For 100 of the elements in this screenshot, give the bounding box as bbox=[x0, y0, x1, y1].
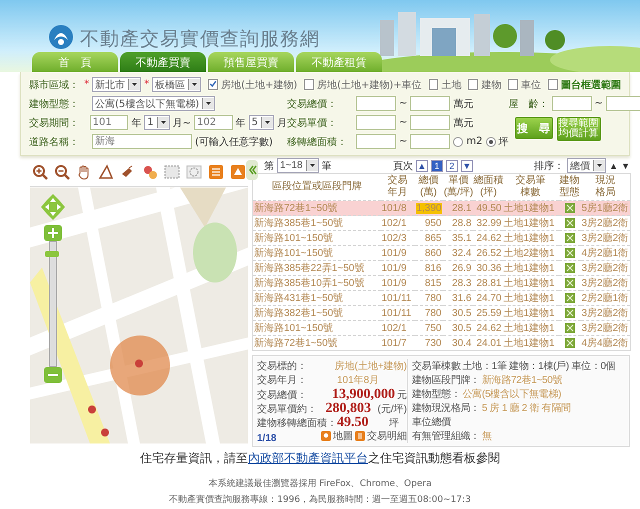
column-header[interactable]: 現況格局 bbox=[594, 175, 616, 199]
caret-icon[interactable] bbox=[156, 117, 169, 128]
column-header[interactable]: 區段位置或區段門牌 bbox=[272, 181, 362, 193]
unit-label: (元/坪) bbox=[378, 403, 407, 416]
zoom-out-icon[interactable] bbox=[54, 164, 70, 180]
table-row[interactable]: 新海路101~150號 101/9 860 32.4 26.52 土地2建物1 4房2廳1衛 bbox=[252, 246, 630, 260]
table-row[interactable]: 新海路431巷1~50號 101/11 780 31.6 24.70 土地1建物1 2房2廳1衛 bbox=[252, 290, 630, 306]
input-field[interactable] bbox=[552, 96, 592, 111]
table-cell: 816 bbox=[424, 262, 442, 274]
zoom-slider-thumb[interactable] bbox=[45, 251, 59, 258]
next-page-button[interactable]: ▼ bbox=[460, 160, 473, 172]
table-cell: 101/9 bbox=[380, 246, 414, 260]
input-field[interactable]: 新海 bbox=[92, 134, 192, 149]
pan-control-icon[interactable] bbox=[40, 193, 66, 221]
table-row[interactable]: 新海路101~150號 102/1 750 30.5 24.62 土地1建物1 3房2廳2衛 bbox=[252, 320, 630, 336]
column-header[interactable]: 交易年月 bbox=[387, 175, 408, 199]
checkbox[interactable] bbox=[208, 79, 218, 90]
input-field[interactable] bbox=[410, 96, 450, 111]
table-row[interactable]: 新海路382巷1~50號 101/11 780 30.5 25.59 土地1建物1 3房2廳2衛 bbox=[252, 306, 630, 320]
table-cell: 101/11 bbox=[380, 290, 414, 306]
field-text: (可輸入任意字數) bbox=[195, 136, 273, 148]
table-cell: 新海路101~150號 bbox=[252, 230, 380, 246]
column-header[interactable]: 建物型態 bbox=[559, 175, 580, 199]
nav-tab[interactable]: 不動產買賣 bbox=[120, 52, 206, 72]
circle-select-icon[interactable] bbox=[186, 164, 202, 180]
table-cell: 土地1建物1 bbox=[502, 290, 558, 306]
range-dropdown[interactable]: 1~18 bbox=[277, 158, 319, 173]
building-type-icon[interactable] bbox=[564, 218, 574, 228]
checkbox[interactable] bbox=[428, 79, 438, 90]
caret-icon[interactable] bbox=[202, 98, 214, 109]
building-type-icon[interactable] bbox=[564, 233, 574, 243]
caret-icon[interactable] bbox=[306, 160, 318, 171]
table-cell: 土地1建物1 bbox=[502, 216, 558, 230]
input-field[interactable] bbox=[410, 115, 450, 130]
zoom-in-button[interactable] bbox=[44, 225, 62, 241]
building-type-icon[interactable] bbox=[564, 203, 574, 213]
detail-value: 無 bbox=[482, 430, 492, 443]
sort-ascending-link[interactable]: ▲ bbox=[609, 160, 618, 170]
table-row[interactable]: 新海路101~150號 102/3 865 35.1 24.62 土地1建物1 3房2廳2衛 bbox=[252, 230, 630, 246]
building-type-icon[interactable] bbox=[564, 248, 574, 258]
sort-descending-link[interactable]: ▼ bbox=[621, 160, 630, 170]
checkbox[interactable] bbox=[304, 79, 314, 90]
caret-icon[interactable] bbox=[593, 160, 606, 171]
detail-button[interactable]: 交易明細 bbox=[355, 429, 407, 443]
column-header[interactable]: 總價(萬) bbox=[418, 175, 439, 199]
input-field[interactable] bbox=[356, 96, 396, 111]
rectangle-select-icon[interactable] bbox=[164, 164, 180, 180]
detail-label: 交易單價約： bbox=[257, 402, 318, 416]
table-cell: 土地2建物1 bbox=[502, 246, 558, 260]
previous-page-button[interactable]: ▲ bbox=[416, 160, 428, 172]
page-button[interactable]: 1 bbox=[430, 160, 443, 172]
checkbox[interactable] bbox=[548, 79, 558, 90]
zoom-out-button[interactable] bbox=[44, 367, 62, 383]
input-field[interactable]: 102 bbox=[194, 115, 233, 130]
building-type-icon[interactable] bbox=[564, 278, 574, 288]
radio-button[interactable] bbox=[486, 136, 496, 146]
range-label: 筆 bbox=[322, 160, 332, 172]
table-row[interactable]: 新海路385巷10弄1~50號 101/9 815 28.3 28.81 土地1建物1 3房2廳2衛 bbox=[252, 276, 630, 290]
table-row[interactable]: 新海路72巷1~50號 101/7 730 30.4 24.01 土地1建物1 4房4廳2衛 bbox=[252, 336, 630, 350]
building-type-icon[interactable] bbox=[564, 338, 574, 348]
dropdown[interactable]: 公寓(5樓含以下無電梯) bbox=[92, 96, 216, 111]
zoom-in-icon[interactable] bbox=[32, 164, 48, 180]
unit-label: 坪 bbox=[389, 417, 399, 430]
input-field[interactable] bbox=[356, 134, 396, 149]
map-tool-icon[interactable] bbox=[230, 164, 246, 180]
building-type-icon[interactable] bbox=[564, 308, 574, 318]
triangle-icon[interactable] bbox=[98, 164, 114, 180]
dropdown[interactable]: 板橋區 bbox=[152, 77, 202, 92]
dropdown[interactable]: 1 bbox=[144, 115, 170, 130]
dropdown[interactable]: 新北市 bbox=[92, 77, 142, 92]
input-field[interactable]: 101 bbox=[90, 115, 128, 130]
building-type-icon[interactable] bbox=[564, 323, 574, 333]
sort-dropdown[interactable]: 總價 bbox=[567, 158, 606, 173]
table-cell: 5房1廳2衛 bbox=[580, 200, 630, 216]
dropdown[interactable]: 5 bbox=[248, 115, 274, 130]
caret-icon[interactable] bbox=[188, 79, 200, 90]
table-row[interactable]: 新海路385巷22弄1~50號 101/9 816 26.9 30.36 土地1建物1 3房2廳2衛 bbox=[252, 260, 630, 276]
input-field[interactable] bbox=[356, 115, 396, 130]
detail-label: 交易標的： bbox=[257, 360, 308, 373]
checkbox[interactable] bbox=[468, 79, 478, 90]
field-text: 萬元 bbox=[453, 98, 474, 110]
building-type-icon[interactable] bbox=[564, 293, 574, 303]
detail-label: 有無管理組織： bbox=[412, 430, 480, 443]
input-field[interactable] bbox=[606, 96, 640, 111]
column-header[interactable]: 總面積(坪) bbox=[472, 175, 504, 199]
page-button[interactable]: 2 bbox=[446, 160, 458, 172]
platform-link[interactable]: 內政部不動產資訊平台 bbox=[248, 451, 368, 465]
caret-icon[interactable] bbox=[260, 117, 273, 128]
caret-icon[interactable] bbox=[128, 79, 140, 90]
checkbox[interactable] bbox=[508, 79, 518, 90]
radio-button[interactable] bbox=[453, 136, 464, 146]
checkbox-label: 圖台框選範圍 bbox=[560, 78, 621, 92]
field-text: 萬元 bbox=[453, 116, 474, 130]
column-header[interactable]: 單價(萬/坪) bbox=[442, 175, 474, 199]
table-row[interactable]: 新海路385巷1~50號 102/1 950 28.8 32.99 土地1建物1 3房2廳2衛 bbox=[252, 216, 630, 230]
input-field[interactable] bbox=[410, 134, 450, 149]
building-type-icon[interactable] bbox=[564, 263, 574, 273]
collapse-icon[interactable] bbox=[246, 160, 258, 180]
column-header[interactable]: 交易筆棟數 bbox=[515, 175, 546, 199]
map-button[interactable]: 地圖 bbox=[321, 429, 353, 443]
